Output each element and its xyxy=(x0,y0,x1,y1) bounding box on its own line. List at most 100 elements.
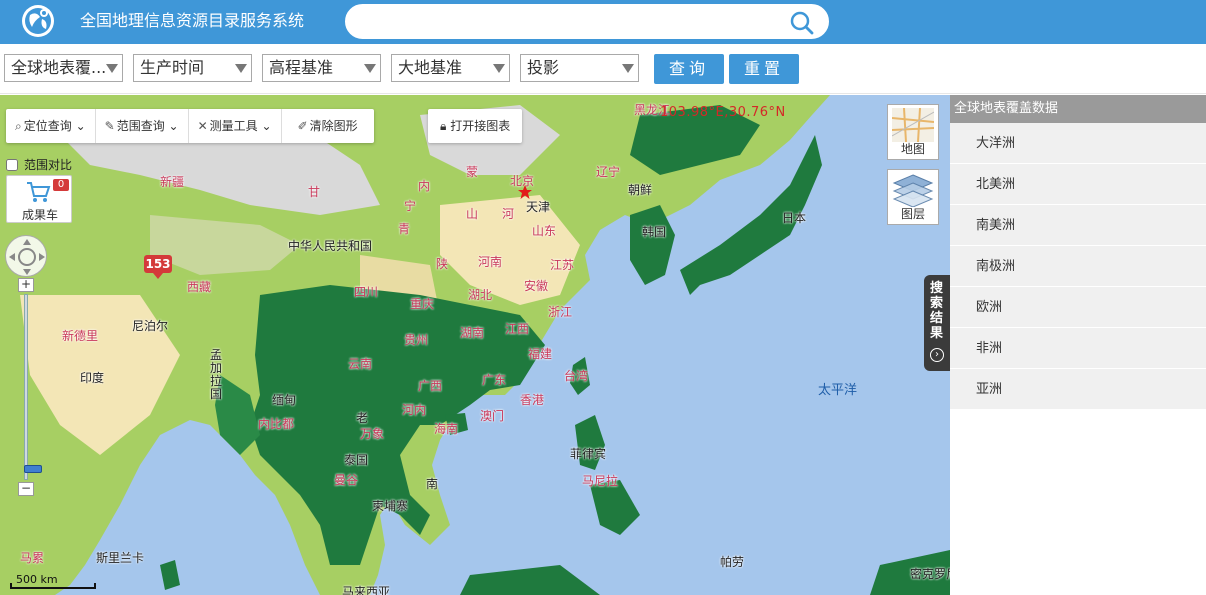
map-label-india: 印度 xyxy=(80,371,105,385)
layers-icon xyxy=(892,174,934,207)
geodetic-datum-select[interactable]: 大地基准 xyxy=(391,54,510,82)
continent-item-asia[interactable]: 亚洲 xyxy=(950,369,1206,410)
map-label-malaysia: 马来西亚 xyxy=(342,585,391,595)
zoom-handle[interactable] xyxy=(24,465,42,473)
chevron-right-icon: › xyxy=(930,348,944,362)
search-icon: ⌕ xyxy=(15,119,22,133)
map-label-laos: 老 xyxy=(356,411,369,425)
map-label-srilanka: 斯里兰卡 xyxy=(96,551,145,565)
map-label-jiangxi: 江西 xyxy=(505,322,530,336)
app-title: 全国地理信息资源目录服务系统 xyxy=(80,11,305,30)
locate-query-label: 定位查询 xyxy=(23,119,72,133)
query-button[interactable]: 查询 xyxy=(654,54,724,84)
map-label-guangdong: 广东 xyxy=(482,373,507,387)
continent-item-antarctica[interactable]: 南极洲 xyxy=(950,246,1206,287)
map-label-sichuan: 四川 xyxy=(354,285,379,299)
map-label-japan: 日本 xyxy=(782,211,807,225)
search-results-toggle[interactable]: 搜索结果 › xyxy=(924,275,950,371)
layer-button[interactable]: 图层 xyxy=(887,169,939,225)
results-cart-button[interactable]: 0 成果车 xyxy=(6,175,72,223)
header-bar: 全国地理信息资源目录服务系统 xyxy=(0,0,1206,44)
map-label-guangxi: 广西 xyxy=(418,379,443,393)
map-toolbar: ⌕ 定位查询 ⌄ ✎ 范围查询 ⌄ ✕ 测量工具 ⌄ ✐ 清除图形 xyxy=(6,109,374,143)
elevation-datum-select[interactable]: 高程基准 xyxy=(262,54,381,82)
reset-button[interactable]: 重置 xyxy=(729,54,799,84)
continent-item-europe[interactable]: 欧洲 xyxy=(950,287,1206,328)
zoom-track[interactable] xyxy=(24,294,42,480)
scale-bar: 500 km xyxy=(10,573,96,591)
zoom-slider: + − xyxy=(18,278,42,498)
map-label-naypyidaw: 内比都 xyxy=(258,417,295,431)
map-label-maldives: 马累 xyxy=(20,551,45,565)
production-time-select[interactable]: 生产时间 xyxy=(133,54,252,82)
result-cluster-marker[interactable]: 153 xyxy=(144,255,172,279)
chevron-down-icon xyxy=(106,64,118,73)
map-label-china: 中华人民共和国 xyxy=(288,239,373,253)
map-type-button[interactable]: 地图 xyxy=(887,104,939,160)
map-label-mongolia: 蒙 xyxy=(466,165,479,179)
geodetic-datum-select-value: 大地基准 xyxy=(398,58,463,77)
search-input[interactable] xyxy=(359,10,779,34)
open-chart-button[interactable]: 🔒︎ 打开接图表 xyxy=(428,109,523,143)
chevron-down-icon xyxy=(622,64,634,73)
clear-graphics-label: 清除图形 xyxy=(309,119,358,133)
map-label-pacific: 太平洋 xyxy=(818,383,858,398)
locate-query-tool[interactable]: ⌕ 定位查询 ⌄ xyxy=(6,109,96,143)
map-label-macau: 澳门 xyxy=(480,409,505,423)
globe-logo-icon xyxy=(22,5,54,37)
map-label-hunan: 湖南 xyxy=(460,326,485,340)
range-compare-label: 范围对比 xyxy=(24,158,73,172)
map-label-hebei: 河 xyxy=(502,207,515,221)
chevron-down-icon: ⌄ xyxy=(261,119,272,133)
map-label-chongqing: 重庆 xyxy=(410,297,435,311)
map-label-palau: 帕劳 xyxy=(720,555,745,569)
lock-icon: 🔒︎ xyxy=(440,119,447,133)
map-label-korea-dprk: 朝鲜 xyxy=(628,183,653,197)
chevron-down-icon: ⌄ xyxy=(168,119,179,133)
map-label-liaoning: 辽宁 xyxy=(596,165,621,179)
map-label-zhejiang: 浙江 xyxy=(548,305,573,319)
search-icon[interactable] xyxy=(789,10,815,36)
map-label-philippines: 菲律宾 xyxy=(570,447,607,461)
map-label-inner-mongolia: 内 xyxy=(418,179,431,193)
range-compare-checkbox[interactable] xyxy=(6,158,18,171)
continent-item-oceania[interactable]: 大洋洲 xyxy=(950,123,1206,164)
search-results-label: 搜索结果 xyxy=(930,281,944,341)
map-label-nepal: 尼泊尔 xyxy=(132,319,169,333)
zoom-in-button[interactable]: + xyxy=(18,278,34,292)
range-query-label: 范围查询 xyxy=(116,119,165,133)
map-label-tibet: 西藏 xyxy=(187,280,212,294)
projection-select[interactable]: 投影 xyxy=(520,54,639,82)
cart-label: 成果车 xyxy=(21,208,58,222)
zoom-out-button[interactable]: − xyxy=(18,482,34,496)
map-label-hubei: 湖北 xyxy=(468,288,493,302)
dataset-select[interactable]: 全球地表覆... xyxy=(4,54,123,82)
continent-item-north-america[interactable]: 北美洲 xyxy=(950,164,1206,205)
map-type-label: 地图 xyxy=(900,142,925,156)
map-label-vietnam: 南 xyxy=(426,477,439,491)
elevation-datum-select-value: 高程基准 xyxy=(269,58,334,77)
map-label-xinjiang: 新疆 xyxy=(160,175,185,189)
map-label-myanmar: 缅甸 xyxy=(272,393,297,407)
map-label-jiangsu: 江苏 xyxy=(550,258,575,272)
map-label-bangladesh: 孟加拉国 xyxy=(210,348,223,401)
clear-graphics-tool[interactable]: ✐ 清除图形 xyxy=(282,109,374,143)
coordinate-readout: 103.98°E,30.76°N xyxy=(660,105,786,120)
open-chart-label: 打开接图表 xyxy=(450,119,511,133)
measure-tool[interactable]: ✕ 测量工具 ⌄ xyxy=(189,109,282,143)
map-label-korea-rok: 韩国 xyxy=(642,225,667,239)
map-label-fujian: 福建 xyxy=(528,347,553,361)
filter-bar: 全球地表覆... 生产时间 高程基准 大地基准 投影 查询 重置 xyxy=(0,44,1206,94)
chevron-down-icon xyxy=(364,64,376,73)
map-canvas[interactable]: 中华人民共和国 北京 天津 新疆 西藏 甘 内 宁 青 四川 云南 贵州 广西 … xyxy=(0,95,950,595)
edit-icon: ✎ xyxy=(104,119,115,133)
continent-item-south-america[interactable]: 南美洲 xyxy=(950,205,1206,246)
map-label-newdelhi: 新德里 xyxy=(62,329,99,343)
pan-control[interactable] xyxy=(5,235,47,277)
chevron-down-icon xyxy=(235,64,247,73)
map-label-taiwan: 台湾 xyxy=(564,369,589,383)
map-label-gansu: 甘 xyxy=(308,185,321,199)
continent-item-africa[interactable]: 非洲 xyxy=(950,328,1206,369)
range-query-tool[interactable]: ✎ 范围查询 ⌄ xyxy=(96,109,189,143)
map-label-hanoi: 河内 xyxy=(402,403,427,417)
